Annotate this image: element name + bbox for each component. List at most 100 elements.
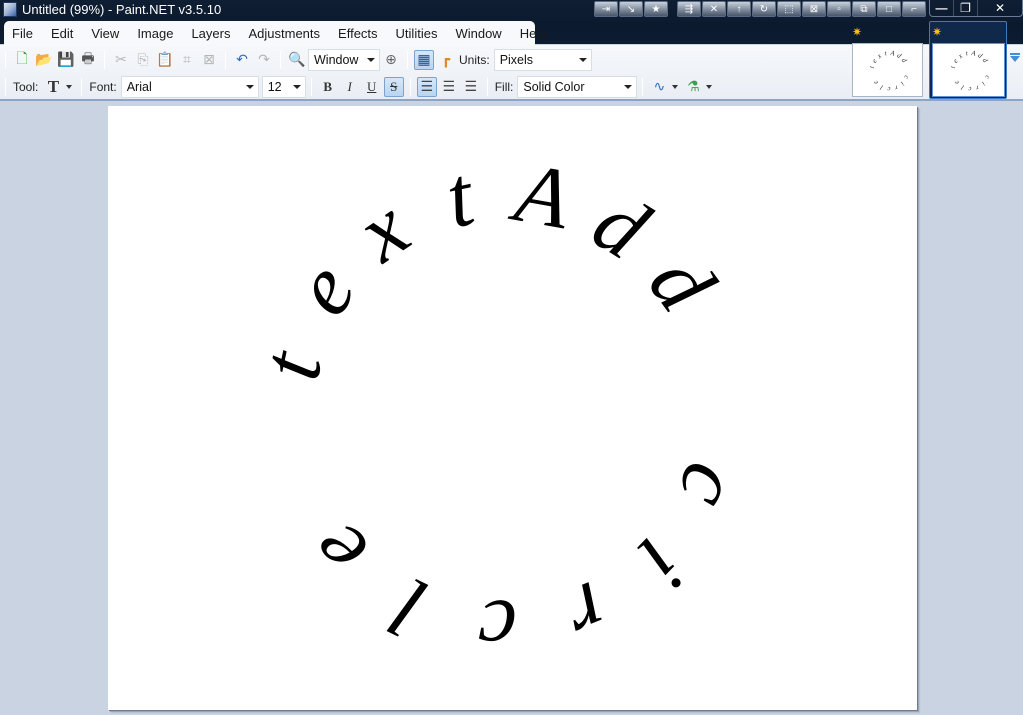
units-label: Units:	[459, 52, 490, 67]
crop-icon[interactable]: ▫	[827, 1, 851, 17]
text-tool-icon[interactable]: T	[43, 77, 63, 97]
image-thumbnail-selected[interactable]: textAddcircle	[932, 43, 1005, 97]
deselect-icon[interactable]: ⊠	[199, 50, 219, 70]
restore-layout-icon[interactable]: ⌐	[902, 1, 926, 17]
paintnet-app-icon[interactable]	[3, 2, 17, 17]
zoom-in-icon[interactable]: ⊕	[381, 50, 401, 70]
units-select[interactable]: Pixels	[493, 48, 592, 71]
grid-icon[interactable]: ▦	[414, 49, 434, 70]
ruler-icon[interactable]: ┏	[436, 50, 456, 70]
crop-to-selection-icon[interactable]: ⌗	[177, 50, 197, 70]
thumbnail-bottom-letter: c	[902, 74, 911, 80]
undo-icon[interactable]: ↶	[232, 50, 252, 70]
snap-icon[interactable]: ⇶	[677, 1, 701, 17]
canvas-bottom-letter: c	[659, 452, 762, 521]
thumbnail-bottom-letter: i	[899, 80, 906, 87]
favorite-icon[interactable]: ★	[644, 1, 668, 17]
flip-up-icon[interactable]: ↑	[727, 1, 751, 17]
deselect-icon[interactable]: ⊠	[802, 1, 826, 17]
chevron-down-icon[interactable]	[66, 84, 73, 89]
expand-thumbnails-arrow-icon[interactable]	[1010, 56, 1020, 62]
canvas-top-letter: d	[577, 173, 665, 278]
thumbnail-bottom-letter: r	[974, 83, 980, 92]
italic-button[interactable]: I	[340, 77, 360, 97]
canvas-bottom-letter: r	[553, 563, 620, 665]
move-pixels-icon[interactable]: ↘	[619, 1, 643, 17]
maximize-button[interactable]: ❐	[954, 0, 978, 16]
menu-effects[interactable]: Effects	[329, 26, 387, 41]
chevron-down-icon[interactable]	[672, 84, 679, 89]
move-selection-icon[interactable]: ⇥	[594, 1, 618, 17]
zoom-out-icon[interactable]: 🔍	[287, 50, 307, 70]
paste-icon[interactable]: 📋	[155, 50, 175, 70]
chevron-down-icon[interactable]	[706, 84, 713, 89]
menu-window[interactable]: Window	[446, 26, 510, 41]
new-image-icon[interactable]: 🗋	[12, 50, 32, 70]
full-screen-icon[interactable]: □	[877, 1, 901, 17]
menu-adjustments[interactable]: Adjustments	[239, 26, 329, 41]
align-left-button[interactable]: ☰	[416, 76, 437, 97]
font-select[interactable]: Arial	[120, 75, 259, 98]
bold-button[interactable]: B	[318, 77, 338, 97]
separator	[407, 50, 408, 69]
align-right-button[interactable]: ☰	[461, 77, 481, 97]
expand-thumbnails-icon[interactable]	[1010, 53, 1020, 55]
zoom-value: Window	[314, 52, 359, 67]
rotate-icon[interactable]: ↻	[752, 1, 776, 17]
menu-image[interactable]: Image	[128, 26, 182, 41]
thumbnail-bottom-letter: c	[967, 85, 971, 93]
crosshair-icon[interactable]: ✕	[702, 1, 726, 17]
redo-icon[interactable]: ↷	[254, 50, 274, 70]
close-button[interactable]: ✕	[978, 0, 1022, 16]
blend-mode-icon[interactable]: ⚗	[683, 77, 703, 97]
canvas-top-letter: t	[438, 147, 483, 246]
cut-icon[interactable]: ✂	[111, 50, 131, 70]
fill-label: Fill:	[494, 79, 514, 94]
minimize-button[interactable]: —	[930, 0, 954, 16]
zoom-select[interactable]: Window	[308, 48, 380, 71]
copy-icon[interactable]: ⎘	[133, 50, 153, 70]
underline-button[interactable]: U	[362, 77, 382, 97]
menu-utilities[interactable]: Utilities	[387, 26, 447, 41]
menu-edit[interactable]: Edit	[42, 26, 82, 41]
thumbnail-top-letter: A	[970, 49, 977, 58]
strikethrough-button[interactable]: S	[383, 76, 404, 97]
font-size-select[interactable]: 12	[261, 75, 306, 98]
thumbnail-top-letter: t	[868, 64, 876, 69]
thumbnail-top-letter: A	[889, 49, 896, 58]
separator	[310, 77, 312, 96]
thumbnail-top-letter: d	[900, 57, 909, 65]
chevron-down-icon	[624, 84, 633, 89]
tool-label: Tool:	[13, 79, 39, 94]
thumbnail-bottom-letter: l	[879, 83, 884, 91]
canvas-top-letter: e	[273, 246, 374, 331]
fill-value: Solid Color	[523, 79, 585, 94]
menu-view[interactable]: View	[82, 26, 128, 41]
save-icon[interactable]: 💾	[56, 50, 76, 70]
fill-select[interactable]: Solid Color	[517, 75, 638, 98]
canvas-bottom-letter: l	[377, 559, 441, 656]
separator	[5, 50, 6, 69]
select-all-icon[interactable]: ⬚	[777, 1, 801, 17]
separator	[642, 77, 644, 96]
canvas-bottom-letter: c	[477, 581, 518, 678]
menu-help[interactable]: Help	[511, 26, 556, 41]
print-icon[interactable]: 🖶	[78, 50, 98, 70]
thumbnail-top-letter: e	[870, 57, 878, 64]
copy-layer-icon[interactable]: ⧉	[852, 1, 876, 17]
unsaved-star-icon: ✷	[852, 25, 863, 39]
units-value: Pixels	[499, 52, 534, 67]
font-size-value: 12	[267, 79, 282, 94]
image-canvas[interactable]: textAddcircle	[108, 106, 917, 710]
menu-layers[interactable]: Layers	[182, 26, 239, 41]
chevron-down-icon	[367, 57, 375, 62]
antialiasing-icon[interactable]: ∿	[649, 77, 669, 97]
main-toolbar: 🗋 📂 💾 🖶 ✂ ⎘ 📋 ⌗ ⊠ ↶ ↷ 🔍 Window ⊕ ▦ ┏ Uni…	[0, 46, 592, 73]
menu-file[interactable]: File	[12, 26, 42, 41]
thumbnail-bottom-letter: c	[983, 74, 992, 80]
open-icon[interactable]: 📂	[34, 50, 54, 70]
thumbnail-bottom-letter: i	[980, 80, 987, 87]
align-center-button[interactable]: ☰	[439, 77, 459, 97]
thumbnail-top-letter: d	[981, 57, 990, 65]
image-thumbnail[interactable]: textAddcircle	[852, 43, 923, 97]
